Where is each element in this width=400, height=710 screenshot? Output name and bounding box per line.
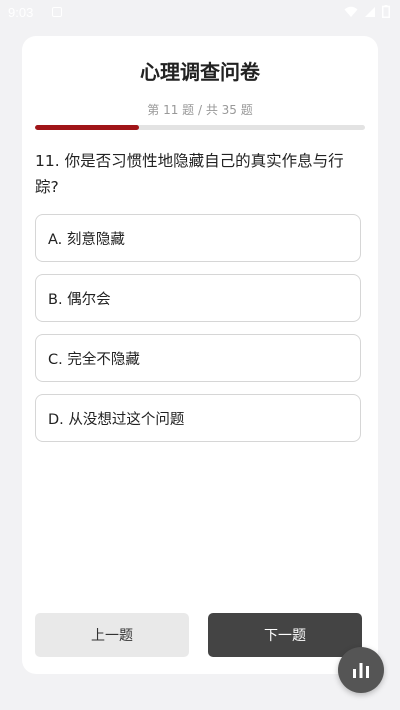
- option-a[interactable]: A. 刻意隐藏: [35, 214, 361, 262]
- status-time: 9:03: [8, 5, 34, 20]
- survey-card: 心理调查问卷 第 11 题 / 共 35 题 11. 你是否习惯性地隐藏自己的真…: [22, 36, 378, 674]
- question-text: 11. 你是否习惯性地隐藏自己的真实作息与行踪?: [35, 152, 344, 196]
- option-a-label: A. 刻意隐藏: [48, 231, 125, 248]
- bar-chart-icon: [353, 663, 369, 678]
- option-d-label: D. 从没想过这个问题: [48, 411, 185, 428]
- option-b-label: B. 偶尔会: [48, 291, 111, 308]
- progress-text: 第 11 题 / 共 35 题: [147, 103, 253, 117]
- option-c[interactable]: C. 完全不隐藏: [35, 334, 361, 382]
- battery-icon: [382, 5, 390, 18]
- progress-bar: [35, 125, 365, 130]
- next-question-button[interactable]: 下一题: [208, 613, 362, 657]
- wifi-icon: [344, 6, 358, 17]
- option-b[interactable]: B. 偶尔会: [35, 274, 361, 322]
- option-c-label: C. 完全不隐藏: [48, 351, 140, 368]
- notification-icon: [52, 7, 62, 17]
- option-d[interactable]: D. 从没想过这个问题: [35, 394, 361, 442]
- status-bar: 9:03: [0, 0, 400, 26]
- progress-fill: [35, 125, 139, 130]
- signal-icon: [365, 6, 375, 17]
- status-icons: [344, 5, 390, 18]
- prev-question-button[interactable]: 上一题: [35, 613, 189, 657]
- stats-fab-button[interactable]: [338, 647, 384, 693]
- page-title: 心理调查问卷: [140, 60, 260, 84]
